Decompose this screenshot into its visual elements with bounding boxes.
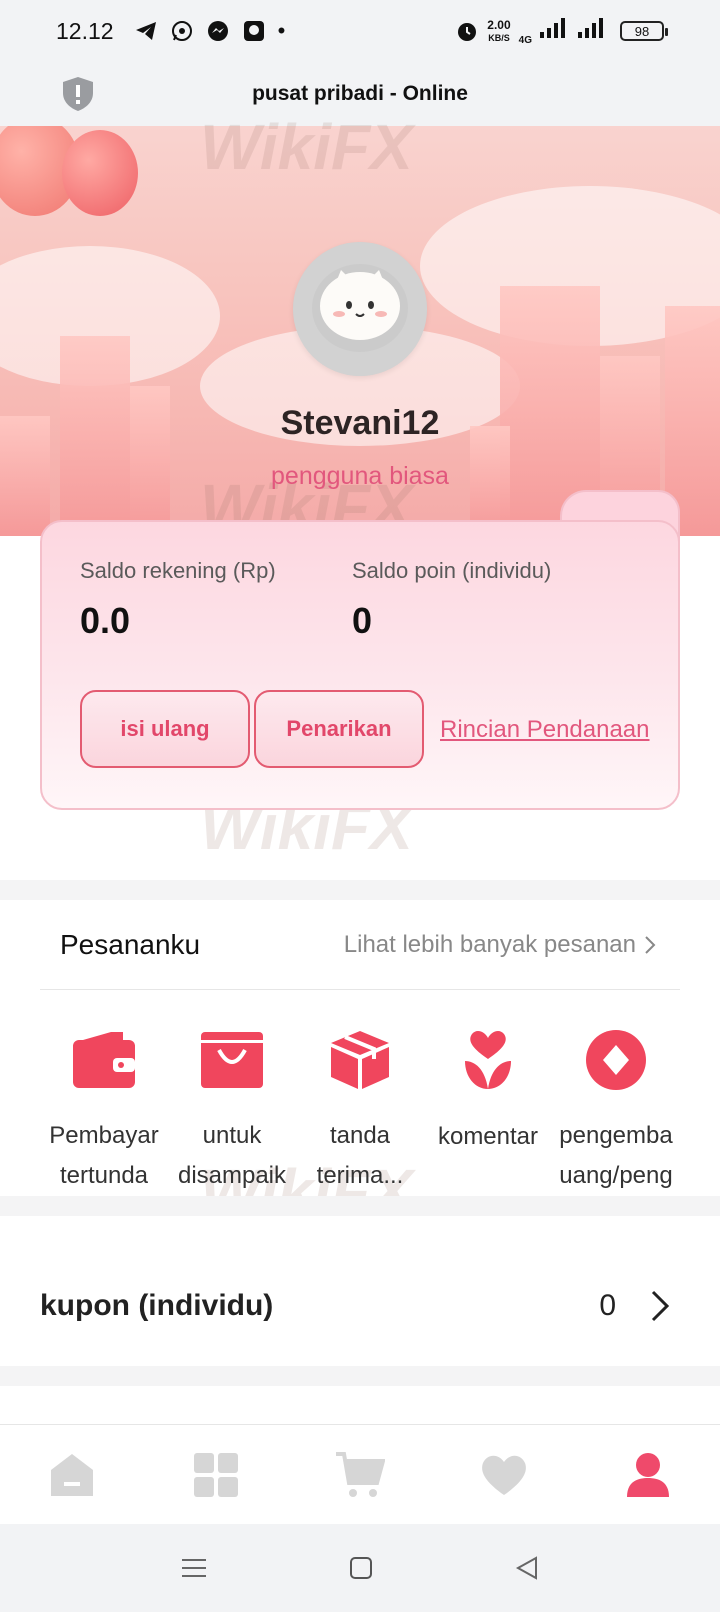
coupon-row[interactable]: kupon (individu) 0 — [40, 1246, 680, 1366]
points-balance-value: 0 — [352, 600, 373, 641]
status-bar: 12.12 • 2.00 KB/S 4G 98 — [0, 0, 720, 62]
app-icon — [242, 19, 266, 43]
whatsapp-icon — [170, 19, 194, 43]
withdraw-button[interactable]: Penarikan — [254, 690, 424, 768]
cart-icon — [336, 1451, 385, 1497]
status-right: 2.00 KB/S 4G 98 — [455, 17, 668, 46]
order-status-label: komentar — [437, 1123, 539, 1150]
points-balance-label: Saldo poin (individu) — [352, 558, 552, 583]
messenger-icon — [206, 19, 230, 43]
section-divider — [0, 880, 720, 900]
menu-icon[interactable] — [180, 1556, 208, 1580]
view-more-orders-link[interactable]: Lihat lebih banyak pesanan — [344, 931, 680, 959]
balloon-decoration-2 — [62, 130, 138, 216]
user-level: pengguna biasa — [271, 462, 449, 490]
funding-details-link[interactable]: Rincian Pendanaan — [440, 716, 650, 744]
order-status-pending-payment[interactable]: Pembayar tertunda — [40, 1025, 168, 1195]
bottom-navigation — [0, 1424, 720, 1524]
net-speed: 2.00 KB/S — [487, 19, 510, 44]
home-square-icon[interactable] — [348, 1555, 374, 1581]
signal-icon — [540, 18, 570, 44]
home-icon — [51, 1453, 93, 1496]
orders-title: Pesananku — [60, 928, 201, 960]
refund-icon — [581, 1025, 651, 1094]
order-status-refund[interactable]: pengemba uang/peng — [552, 1025, 680, 1195]
order-status-to-receive[interactable]: tanda terima... — [296, 1025, 424, 1195]
topup-button[interactable]: isi ulang — [80, 690, 250, 768]
balance-card: Saldo rekening (Rp) 0.0 Saldo poin (indi… — [40, 520, 680, 810]
shopping-bag-icon — [197, 1025, 267, 1094]
orders-header: Pesananku Lihat lebih banyak pesanan — [40, 900, 680, 990]
coupon-count: 0 — [599, 1289, 616, 1322]
username: Stevani12 — [280, 404, 440, 442]
net-speed-value: 2.00 — [487, 17, 511, 32]
nav-profile[interactable] — [576, 1452, 720, 1498]
order-status-review[interactable]: komentar — [424, 1025, 552, 1195]
order-status-label: untuk disampaik — [177, 1122, 287, 1190]
nav-home[interactable] — [0, 1452, 144, 1498]
account-balance-label: Saldo rekening (Rp) — [80, 558, 276, 583]
title-bar: pusat pribadi - Online — [0, 62, 720, 126]
order-status-to-ship[interactable]: untuk disampaik — [168, 1025, 296, 1195]
order-status-label: pengemba uang/peng — [559, 1122, 673, 1190]
view-more-orders-label: Lihat lebih banyak pesanan — [343, 930, 636, 958]
page-title: pusat pribadi - Online — [252, 82, 468, 105]
telegram-icon — [134, 19, 158, 43]
package-icon — [325, 1025, 395, 1094]
chevron-right-icon — [651, 1290, 670, 1322]
battery-indicator: 98 — [620, 21, 668, 41]
alarm-icon — [455, 19, 479, 43]
section-divider — [0, 1196, 720, 1216]
coupon-label: kupon (individu) — [40, 1289, 274, 1322]
category-icon — [194, 1452, 238, 1497]
system-navigation-bar — [0, 1524, 720, 1612]
section-divider — [0, 1366, 720, 1386]
avatar[interactable] — [293, 242, 427, 376]
chevron-right-icon — [645, 935, 656, 954]
order-status-label: Pembayar tertunda — [49, 1122, 159, 1190]
nav-favorites[interactable] — [432, 1453, 576, 1497]
favorite-icon — [482, 1455, 526, 1495]
profile-icon — [627, 1452, 669, 1497]
wallet-icon — [69, 1025, 139, 1094]
more-notifications-icon: • — [277, 18, 286, 43]
status-left: 12.12 • — [56, 18, 285, 45]
order-status-label: tanda terima... — [316, 1122, 404, 1190]
nav-category[interactable] — [144, 1452, 288, 1498]
account-balance-value: 0.0 — [80, 600, 131, 641]
status-time: 12.12 — [56, 17, 114, 44]
flower-icon — [453, 1025, 523, 1095]
order-status-list: Pembayar tertunda untuk disampaik tanda ter… — [40, 1025, 680, 1195]
back-icon[interactable] — [514, 1555, 540, 1581]
shield-icon[interactable] — [62, 76, 94, 117]
signal-icon-2 — [578, 18, 608, 44]
net-speed-unit: KB/S — [488, 32, 510, 43]
network-type: 4G — [518, 34, 532, 46]
nav-cart[interactable] — [288, 1451, 432, 1499]
